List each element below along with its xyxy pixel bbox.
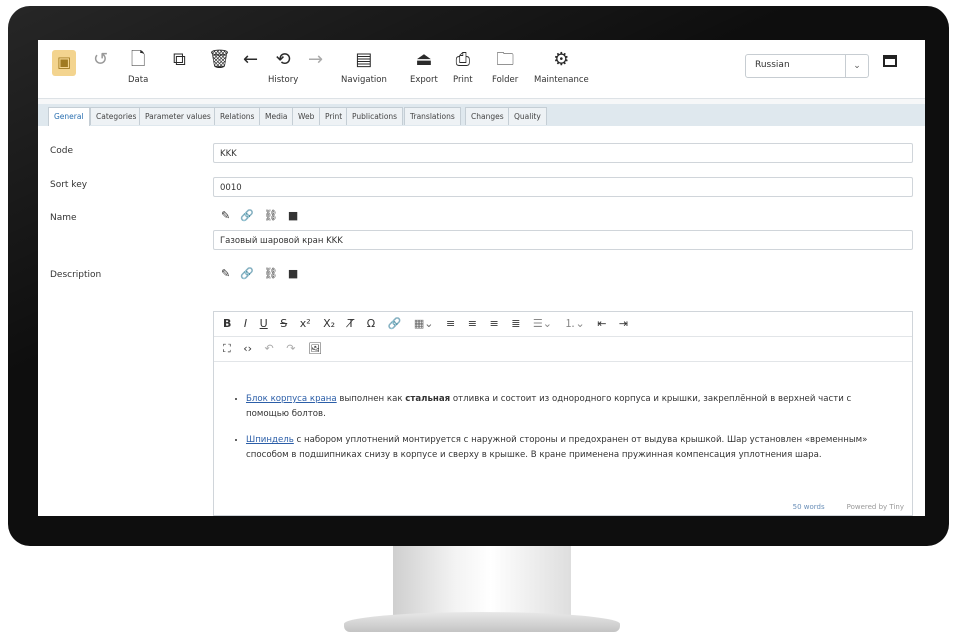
align-right-icon[interactable]: ≡: [489, 312, 498, 336]
folder-button[interactable]: 🗀 Folder: [492, 49, 518, 86]
undo-button[interactable]: ↺: [93, 50, 108, 75]
underline-icon[interactable]: U: [260, 312, 268, 336]
tab-categories[interactable]: Categories: [90, 107, 143, 125]
image-icon[interactable]: 🖼: [308, 337, 322, 361]
tab-relations[interactable]: Relations: [214, 107, 261, 125]
monitor-stand-neck: [393, 546, 571, 616]
maintenance-icon: ⚙: [553, 49, 570, 70]
link-icon[interactable]: 🔗: [388, 312, 402, 336]
tab-changes[interactable]: Changes: [465, 107, 510, 125]
file-icon: 🗋: [130, 49, 146, 70]
redo-icon[interactable]: ↷: [286, 337, 295, 361]
code-field[interactable]: KKK: [213, 143, 913, 163]
tab-translations[interactable]: Translations: [404, 107, 461, 125]
export-icon: ⏏: [415, 49, 433, 70]
table-icon[interactable]: ▦⌄: [414, 312, 434, 336]
name-field-tools: ✎🔗⛓■: [221, 209, 308, 222]
name-label: Name: [50, 213, 77, 223]
code-label: Code: [50, 146, 74, 156]
undo-icon: ↺: [93, 49, 109, 70]
box-button[interactable]: ▣: [52, 50, 77, 79]
forward-button[interactable]: →: [308, 50, 323, 75]
delete-button[interactable]: 🗑: [208, 50, 231, 75]
align-justify-icon[interactable]: ≣: [511, 312, 520, 336]
pencil-icon[interactable]: ✎: [221, 209, 240, 222]
indent-icon[interactable]: ⇥: [619, 312, 628, 336]
bold-icon[interactable]: B: [223, 312, 231, 336]
unlink-icon[interactable]: ⛓: [264, 209, 288, 222]
editor-toolbar-row1: B I U S x² X₂ T̸ Ω 🔗 ▦⌄ ≡ ≡ ≡ ≣ ☰⌄ ⒈⌄ ⇤ …: [214, 312, 912, 337]
special-char-icon[interactable]: Ω: [367, 312, 375, 336]
link-icon[interactable]: 🔗: [240, 267, 264, 280]
name-field[interactable]: Газовый шаровой кран KKK: [213, 230, 913, 250]
toolbar: ▣ ↺ 🗋 Data ⧉ 🗑 ← ⟲ History → ▤ Navigation ⏏…: [38, 40, 925, 99]
monitor-stand-base: [344, 612, 620, 632]
outdent-icon[interactable]: ⇤: [597, 312, 606, 336]
language-select[interactable]: Russian ⌄: [745, 54, 869, 78]
tab-publications[interactable]: Publications: [346, 107, 404, 125]
navigation-icon: ▤: [355, 49, 373, 70]
tab-general[interactable]: General: [48, 107, 90, 126]
forward-arrow-icon: →: [308, 49, 324, 70]
chevron-down-icon: ⌄: [845, 55, 868, 77]
copy-icon: ⧉: [173, 49, 186, 70]
box-icon: ▣: [52, 50, 77, 76]
trash-icon: 🗑: [208, 49, 231, 70]
bullet-list-icon[interactable]: ☰⌄: [533, 312, 552, 336]
pencil-icon[interactable]: ✎: [221, 267, 240, 280]
editor-body[interactable]: Блок корпуса крана выполнен как стальная…: [236, 392, 876, 474]
sort-key-field[interactable]: 0010: [213, 177, 913, 197]
app-screen: ▣ ↺ 🗋 Data ⧉ 🗑 ← ⟲ History → ▤ Navigation ⏏…: [38, 40, 925, 516]
back-arrow-icon: ←: [243, 49, 259, 70]
clear-format-icon[interactable]: T̸: [348, 312, 355, 336]
description-label: Description: [50, 270, 102, 280]
fullscreen-icon[interactable]: ⛶: [223, 337, 231, 361]
navigation-button[interactable]: ▤ Navigation: [341, 49, 387, 86]
book-icon[interactable]: ■: [288, 209, 308, 222]
italic-icon[interactable]: I: [244, 312, 247, 336]
tab-bar: General Categories Parameter values Rela…: [38, 104, 925, 126]
export-button[interactable]: ⏏ Export: [410, 49, 438, 86]
tab-quality[interactable]: Quality: [508, 107, 547, 125]
tab-parameter-values[interactable]: Parameter values: [139, 107, 217, 125]
tab-media[interactable]: Media: [259, 107, 294, 125]
description-field-tools: ✎🔗⛓■: [221, 267, 308, 280]
form-content: Code KKK Sort key 0010 Name ✎🔗⛓■ Газовый…: [38, 126, 925, 516]
history-icon: ⟲: [275, 49, 291, 70]
align-left-icon[interactable]: ≡: [446, 312, 455, 336]
book-icon[interactable]: ■: [288, 267, 308, 280]
unlink-icon[interactable]: ⛓: [264, 267, 288, 280]
align-center-icon[interactable]: ≡: [468, 312, 477, 336]
list-item: Блок корпуса крана выполнен как стальная…: [246, 392, 876, 422]
tab-print[interactable]: Print: [319, 107, 349, 125]
editor-status-bar: 50 words Powered by Tiny: [792, 503, 904, 511]
subscript-icon[interactable]: X₂: [323, 312, 335, 336]
window-icon[interactable]: [883, 55, 897, 67]
editor-toolbar-row2: ⛶ ‹› ↶ ↷ 🖼: [214, 337, 912, 362]
list-item: Шпиндель с набором уплотнений монтируетс…: [246, 433, 876, 463]
history-button[interactable]: ⟲ History: [268, 49, 298, 86]
tab-web[interactable]: Web: [292, 107, 321, 125]
copy-button[interactable]: ⧉: [173, 50, 186, 75]
folder-icon: 🗀: [496, 49, 515, 70]
strikethrough-icon[interactable]: S: [280, 312, 287, 336]
maintenance-button[interactable]: ⚙ Maintenance: [534, 49, 589, 86]
print-button[interactable]: ⎙ Print: [453, 49, 473, 86]
numbered-list-icon[interactable]: ⒈⌄: [564, 312, 584, 336]
sort-key-label: Sort key: [50, 180, 88, 190]
link-icon[interactable]: 🔗: [240, 209, 264, 222]
print-icon: ⎙: [455, 49, 470, 70]
back-button[interactable]: ←: [243, 50, 258, 75]
superscript-icon[interactable]: x²: [300, 312, 311, 336]
code-icon[interactable]: ‹›: [243, 337, 252, 361]
undo-icon[interactable]: ↶: [265, 337, 274, 361]
data-button[interactable]: 🗋 Data: [128, 49, 148, 86]
description-editor[interactable]: B I U S x² X₂ T̸ Ω 🔗 ▦⌄ ≡ ≡ ≡ ≣ ☰⌄ ⒈⌄ ⇤ …: [213, 311, 913, 516]
